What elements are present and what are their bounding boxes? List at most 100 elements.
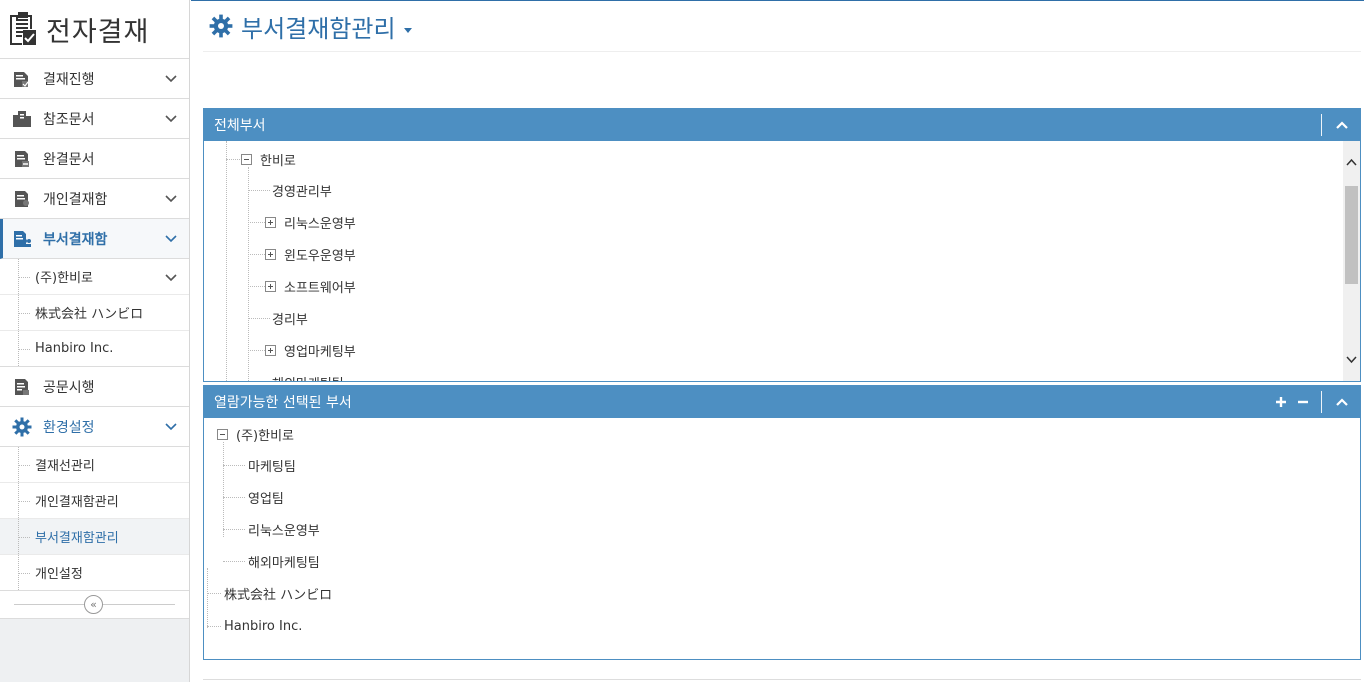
tree-connector bbox=[248, 167, 249, 381]
title-dropdown-caret-icon[interactable] bbox=[403, 27, 412, 33]
page-title: 부서결재함관리 bbox=[241, 14, 396, 43]
vertical-scrollbar[interactable] bbox=[1343, 141, 1360, 381]
panel-header: 전체부서 bbox=[204, 109, 1360, 141]
scrollbar-thumb[interactable] bbox=[1345, 186, 1358, 284]
tree-node-label: 株式会社 ハンビロ bbox=[224, 587, 333, 603]
sidebar-sub-hanbiro-inc[interactable]: Hanbiro Inc. bbox=[0, 331, 189, 367]
tree-node-label: (주)한비로 bbox=[236, 428, 294, 444]
sub-item-label: 부서결재함관리 bbox=[35, 531, 119, 546]
sidebar-sub-hanbiro-jp[interactable]: 株式会社 ハンビロ bbox=[0, 295, 189, 331]
tree-connector bbox=[248, 318, 270, 319]
tree-node-label: 한비로 bbox=[260, 153, 296, 169]
collapse-sidebar-icon[interactable]: « bbox=[84, 595, 103, 614]
menu-label: 공문시행 bbox=[43, 379, 95, 396]
expand-node-icon[interactable] bbox=[265, 344, 276, 356]
tree-node[interactable]: 해외마케팅팀 bbox=[248, 551, 320, 571]
gear-icon bbox=[12, 417, 32, 437]
expand-node-icon[interactable] bbox=[265, 280, 276, 292]
tree-node[interactable]: 소프트웨어부 bbox=[265, 276, 356, 296]
collapse-panel-icon[interactable] bbox=[1332, 392, 1352, 412]
tree-node[interactable]: 영업마케팅부 bbox=[265, 340, 356, 360]
collapse-panel-icon[interactable] bbox=[1332, 115, 1352, 135]
collapse-node-icon[interactable] bbox=[241, 153, 252, 165]
tree-node-label: 영업마케팅부 bbox=[284, 344, 356, 360]
tree-node[interactable]: 경영관리부 bbox=[272, 180, 332, 200]
department-tree: 한비로 경영관리부 리눅스운영부 윈도우운영부 소프트웨어부 경리부 영업마케팅… bbox=[204, 141, 1360, 381]
page-header: 부서결재함관리 bbox=[203, 1, 1361, 52]
scroll-up-icon[interactable] bbox=[1343, 153, 1360, 170]
menu-label: 완결문서 bbox=[43, 151, 95, 168]
personal-box-icon bbox=[12, 189, 32, 209]
tree-node[interactable]: 경리부 bbox=[272, 308, 308, 328]
tree-node-label: 경리부 bbox=[272, 312, 308, 328]
tree-node[interactable]: 마케팅팀 bbox=[248, 455, 296, 475]
tree-node[interactable]: 리눅스운영부 bbox=[248, 519, 320, 539]
add-department-icon[interactable] bbox=[1271, 392, 1291, 412]
tree-connector bbox=[248, 350, 265, 351]
sidebar-sub-approval-line[interactable]: 결재선관리 bbox=[0, 447, 189, 483]
sidebar: 전자결재 결재진행 참조문서 완결문서 개인결재함 부서결재함 (주)한비로 株… bbox=[0, 0, 190, 682]
sub-item-label: 개인설정 bbox=[35, 567, 83, 582]
panel-header: 열람가능한 선택된 부서 bbox=[204, 386, 1360, 418]
tree-node[interactable]: 윈도우운영부 bbox=[265, 244, 356, 264]
menu-item-progress[interactable]: 결재진행 bbox=[0, 59, 189, 99]
expand-node-icon[interactable] bbox=[265, 216, 276, 228]
menu-item-personal-box[interactable]: 개인결재함 bbox=[0, 179, 189, 219]
tree-node[interactable]: 한비로 bbox=[241, 149, 296, 169]
official-document-icon bbox=[12, 377, 32, 397]
menu-item-completed[interactable]: 완결문서 bbox=[0, 139, 189, 179]
sidebar-sub-dept-box-manage[interactable]: 부서결재함관리 bbox=[0, 519, 189, 555]
menu-item-reference[interactable]: 참조문서 bbox=[0, 99, 189, 139]
menu-item-department-box[interactable]: 부서결재함 bbox=[0, 219, 189, 259]
sidebar-sub-personal-box-manage[interactable]: 개인결재함관리 bbox=[0, 483, 189, 519]
department-box-icon bbox=[12, 229, 32, 249]
chevron-down-icon bbox=[165, 423, 177, 431]
tree-node[interactable]: Hanbiro Inc. bbox=[224, 616, 302, 636]
collapse-node-icon[interactable] bbox=[217, 428, 228, 440]
menu-label: 환경설정 bbox=[43, 419, 95, 436]
approval-document-icon bbox=[10, 12, 36, 45]
tree-connector bbox=[207, 568, 208, 628]
tree-node[interactable]: 株式会社 ハンビロ bbox=[224, 583, 332, 603]
tree-node-label: 경영관리부 bbox=[272, 184, 332, 200]
panel-title: 열람가능한 선택된 부서 bbox=[214, 395, 352, 411]
tree-node[interactable]: 리눅스운영부 bbox=[265, 212, 356, 232]
menu-item-settings[interactable]: 환경설정 bbox=[0, 407, 189, 447]
completed-document-icon bbox=[12, 149, 32, 169]
tree-connector bbox=[223, 529, 245, 530]
tree-connector bbox=[226, 141, 227, 381]
tree-connector bbox=[248, 222, 265, 223]
selected-departments-panel: 열람가능한 선택된 부서 (주)한비로 마케팅팀 영업팀 리눅스운영부 해외마케… bbox=[203, 385, 1361, 660]
panel-title: 전체부서 bbox=[214, 118, 266, 134]
chevron-down-icon bbox=[165, 235, 177, 243]
tree-node[interactable]: 영업팀 bbox=[248, 487, 284, 507]
scroll-down-icon[interactable] bbox=[1343, 351, 1360, 368]
chevron-down-icon bbox=[165, 274, 177, 282]
tree-node-label: 리눅스운영부 bbox=[248, 523, 320, 539]
sidebar-sub-personal-settings[interactable]: 개인설정 bbox=[0, 555, 189, 591]
sub-item-label: 결재선관리 bbox=[35, 459, 95, 474]
expand-node-icon[interactable] bbox=[265, 248, 276, 260]
tree-connector bbox=[223, 497, 245, 498]
tree-node[interactable]: (주)한비로 bbox=[217, 424, 294, 444]
tree-node-label: 해외마케팅팀 bbox=[248, 555, 320, 571]
divider bbox=[203, 679, 1361, 680]
sub-item-label: 株式会社 ハンビロ bbox=[35, 307, 144, 322]
sub-item-label: (주)한비로 bbox=[35, 271, 93, 286]
sub-item-label: 개인결재함관리 bbox=[35, 495, 119, 510]
reference-document-icon bbox=[12, 109, 32, 129]
menu-label: 부서결재함 bbox=[43, 231, 108, 248]
divider bbox=[1321, 114, 1322, 136]
tree-connector bbox=[248, 190, 270, 191]
menu-item-official-document[interactable]: 공문시행 bbox=[0, 367, 189, 407]
document-progress-icon bbox=[12, 69, 32, 89]
sub-item-label: Hanbiro Inc. bbox=[35, 341, 114, 356]
tree-connector bbox=[207, 626, 221, 627]
sidebar-sub-hanbiro-kr[interactable]: (주)한비로 bbox=[0, 259, 189, 295]
tree-node[interactable]: 해외마케팅팀 bbox=[272, 372, 344, 382]
tree-connector bbox=[223, 465, 245, 466]
app-brand[interactable]: 전자결재 bbox=[0, 0, 189, 59]
menu-label: 개인결재함 bbox=[43, 191, 108, 208]
remove-department-icon[interactable] bbox=[1293, 392, 1313, 412]
tree-connector bbox=[248, 254, 265, 255]
